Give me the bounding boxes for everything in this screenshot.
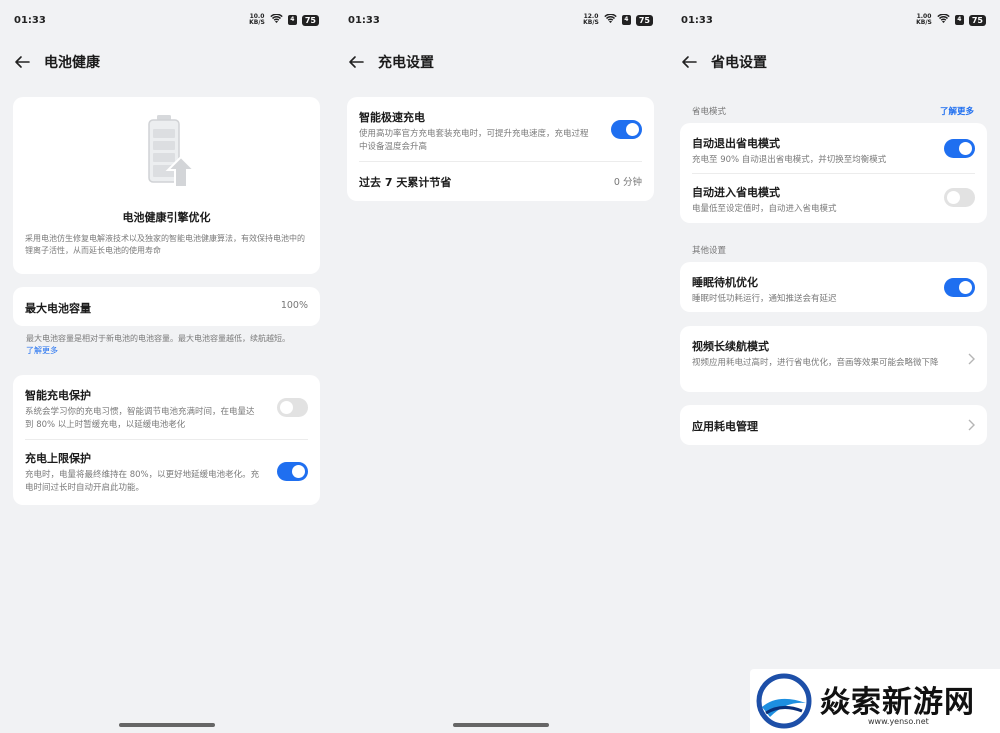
smart-charge-row[interactable]: 智能充电保护 系统会学习你的充电习惯，智能调节电池充满时间，在电量达到 80% … [25, 387, 260, 432]
page-header: 电池健康 [12, 52, 100, 72]
max-capacity-value: 100% [280, 300, 308, 311]
video-mode-title: 视频长续航模式 [692, 340, 769, 353]
section-label-power-mode: 省电模式 [692, 107, 727, 117]
video-mode-row[interactable]: 视频长续航模式 视频应用耗电过高时，进行省电优化，音画等效果可能会略微下降 [692, 338, 951, 370]
smart-charge-toggle[interactable] [277, 398, 308, 417]
capacity-note: 最大电池容量是相对于新电池的电池容量。最大电池容量越低，续航越短。 了解更多 [26, 334, 290, 355]
status-time: 01:33 [681, 14, 713, 26]
learn-more-link[interactable]: 了解更多 [26, 346, 58, 355]
wifi-icon [937, 12, 950, 27]
saved-time-row: 过去 7 天累计节省 0 分钟 [359, 174, 642, 190]
fast-charge-title: 智能极速充电 [359, 111, 425, 124]
charge-limit-row[interactable]: 充电上限保护 充电时，电量将最终维持在 80%，以更好地延缓电池老化。充电时间过… [25, 450, 260, 495]
sim-icon: 4 [287, 15, 297, 25]
auto-enter-title: 自动进入省电模式 [692, 186, 780, 199]
auto-enter-toggle[interactable] [944, 188, 975, 207]
home-indicator[interactable] [452, 723, 549, 727]
charge-limit-title: 充电上限保护 [25, 452, 91, 465]
watermark-url: www.yenso.net [868, 717, 929, 726]
app-power-title: 应用耗电管理 [692, 420, 758, 433]
charging-protection-card: 智能充电保护 系统会学习你的充电习惯，智能调节电池充满时间，在电量达到 80% … [13, 375, 320, 505]
battery-indicator: 75 [635, 14, 653, 26]
divider [359, 161, 642, 162]
battery-engine-card: 电池健康引擎优化 采用电池仿生修复电解液技术以及独家的智能电池健康算法，有效保持… [13, 97, 320, 274]
charging-settings-screen: 01:33 12.0 KB/S 4 75 充电设置 智能极速充电 使用高功率官方… [334, 0, 667, 733]
smart-charge-desc: 系统会学习你的充电习惯，智能调节电池充满时间，在电量达到 80% 以上时暂缓充电… [25, 407, 255, 430]
video-mode-card[interactable]: 视频长续航模式 视频应用耗电过高时，进行省电优化，音画等效果可能会略微下降 [680, 326, 987, 392]
chevron-right-icon [968, 353, 975, 365]
status-bar: 01:33 1.00 KB/S 4 75 [681, 12, 986, 28]
back-arrow-icon[interactable] [679, 52, 699, 72]
saved-time-value: 0 分钟 [613, 177, 642, 188]
wifi-icon [270, 12, 283, 27]
network-speed: 1.00 KB/S [916, 13, 932, 26]
charge-limit-toggle[interactable] [277, 462, 308, 481]
charge-limit-desc: 充电时，电量将最终维持在 80%，以更好地延缓电池老化。充电时间过长时自动开启此… [25, 470, 260, 493]
network-speed: 10.0 KB/S [249, 13, 265, 26]
back-arrow-icon[interactable] [346, 52, 366, 72]
sleep-optimize-title: 睡眠待机优化 [692, 276, 758, 289]
network-speed: 12.0 KB/S [583, 13, 599, 26]
saved-time-label: 过去 7 天累计节省 [359, 176, 452, 189]
sleep-optimize-toggle[interactable] [944, 278, 975, 297]
battery-indicator: 75 [301, 14, 319, 26]
page-header: 省电设置 [679, 52, 767, 72]
status-bar: 01:33 10.0 KB/S 4 75 [14, 12, 319, 28]
auto-exit-title: 自动退出省电模式 [692, 137, 780, 150]
hero-title: 电池健康引擎优化 [122, 211, 211, 224]
sleep-optimize-row[interactable]: 睡眠待机优化 睡眠时低功耗运行，通知推送会有延迟 [692, 274, 929, 306]
app-power-row[interactable]: 应用耗电管理 [692, 418, 975, 434]
watermark-logo [756, 673, 812, 729]
watermark: 焱索新游网 www.yenso.net [750, 669, 1000, 733]
smart-charge-title: 智能充电保护 [25, 389, 91, 402]
divider [692, 173, 975, 174]
battery-indicator: 75 [968, 14, 986, 26]
video-mode-desc: 视频应用耗电过高时，进行省电优化，音画等效果可能会略微下降 [692, 358, 939, 368]
sleep-optimize-desc: 睡眠时低功耗运行，通知推送会有延迟 [692, 294, 837, 304]
fast-charge-card: 智能极速充电 使用高功率官方充电套装充电时，可提升充电速度，充电过程中设备温度会… [347, 97, 654, 201]
sleep-optimize-card: 睡眠待机优化 睡眠时低功耗运行，通知推送会有延迟 [680, 262, 987, 312]
fast-charge-desc: 使用高功率官方充电套装充电时，可提升充电速度，充电过程中设备温度会升高 [359, 129, 589, 152]
auto-enter-row[interactable]: 自动进入省电模式 电量低至设定值时，自动进入省电模式 [692, 184, 929, 216]
auto-exit-toggle[interactable] [944, 139, 975, 158]
battery-upgrade-icon [148, 115, 197, 188]
back-arrow-icon[interactable] [12, 52, 32, 72]
status-time: 01:33 [14, 14, 46, 26]
max-capacity-card: 最大电池容量 100% [13, 287, 320, 326]
auto-exit-desc: 充电至 90% 自动退出省电模式，并切换至均衡模式 [692, 155, 887, 165]
power-mode-card: 自动退出省电模式 充电至 90% 自动退出省电模式，并切换至均衡模式 自动进入省… [680, 123, 987, 223]
sim-icon: 4 [621, 15, 631, 25]
home-indicator[interactable] [118, 723, 215, 727]
page-header: 充电设置 [346, 52, 434, 72]
chevron-right-icon [968, 419, 975, 431]
status-bar: 01:33 12.0 KB/S 4 75 [348, 12, 653, 28]
learn-more-link[interactable]: 了解更多 [940, 105, 974, 117]
fast-charge-row[interactable]: 智能极速充电 使用高功率官方充电套装充电时，可提升充电速度，充电过程中设备温度会… [359, 109, 596, 154]
power-saving-screen: 01:33 1.00 KB/S 4 75 省电设置 省电模式 了解更多 自动退出… [667, 0, 1000, 733]
page-title: 电池健康 [44, 55, 100, 71]
sim-icon: 4 [954, 15, 964, 25]
fast-charge-toggle[interactable] [611, 120, 642, 139]
wifi-icon [604, 12, 617, 27]
page-title: 充电设置 [378, 55, 434, 71]
watermark-text: 焱索新游网 [820, 685, 975, 720]
section-label-other: 其他设置 [692, 246, 727, 256]
auto-exit-row[interactable]: 自动退出省电模式 充电至 90% 自动退出省电模式，并切换至均衡模式 [692, 135, 929, 167]
divider [25, 439, 308, 440]
hero-description: 采用电池仿生修复电解液技术以及独家的智能电池健康算法，有效保持电池中的锂离子活性… [25, 234, 305, 255]
page-title: 省电设置 [711, 55, 767, 71]
max-capacity-label: 最大电池容量 [25, 302, 91, 315]
auto-enter-desc: 电量低至设定值时，自动进入省电模式 [692, 204, 837, 214]
max-capacity-row: 最大电池容量 100% [25, 300, 308, 316]
battery-health-screen: 01:33 10.0 KB/S 4 75 电池健康 电池健康引擎优化 采用电池仿… [0, 0, 333, 733]
status-time: 01:33 [348, 14, 380, 26]
app-power-card[interactable]: 应用耗电管理 [680, 405, 987, 445]
